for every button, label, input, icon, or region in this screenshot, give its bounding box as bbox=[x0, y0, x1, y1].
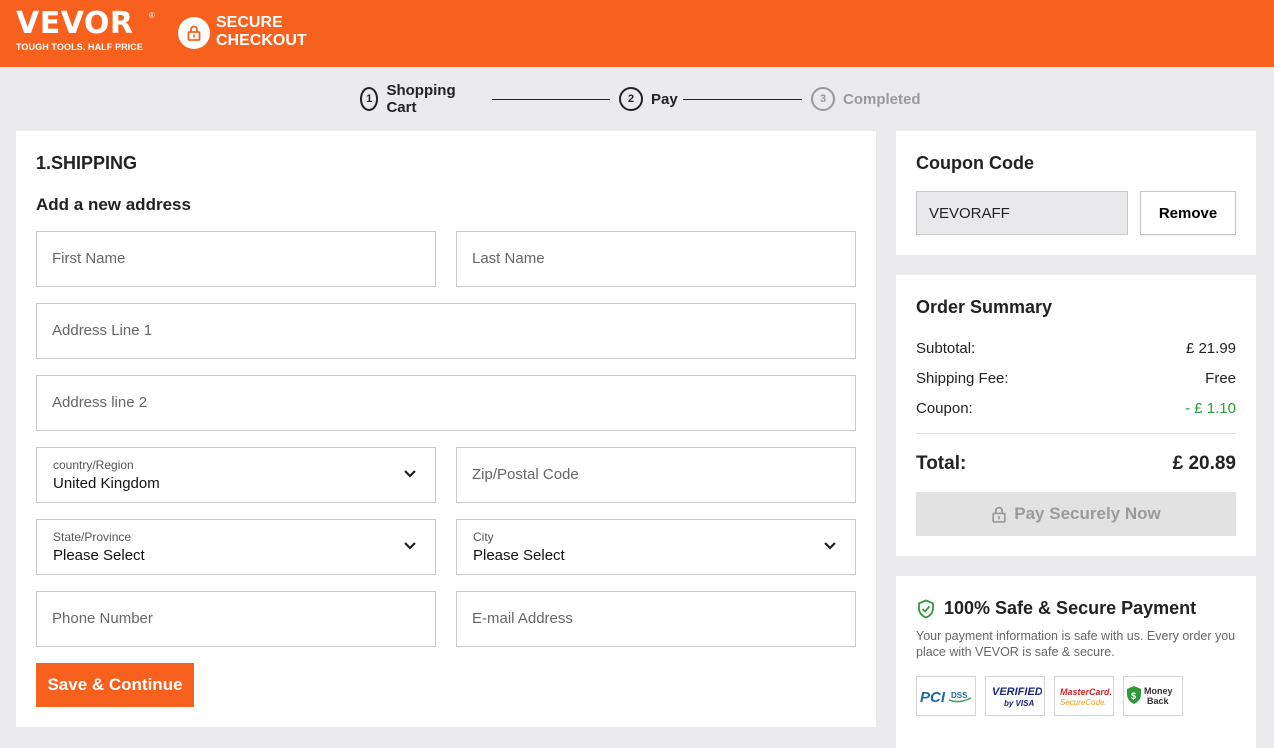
mastercard-securecode-badge: MasterCard. SecureCode. bbox=[1054, 676, 1114, 716]
payment-badges: PCI DSS VERIFIED by VISA MasterCard. Sec… bbox=[916, 676, 1183, 716]
shipping-fee-label: Shipping Fee: bbox=[916, 370, 1009, 387]
verified-by-visa-logo: VERIFIED by VISA bbox=[992, 686, 1042, 708]
verified-by-visa-badge: VERIFIED by VISA bbox=[985, 676, 1045, 716]
step-label: Shopping Cart bbox=[386, 82, 456, 116]
step-connector bbox=[683, 99, 802, 100]
vevor-logo[interactable]: VEVOR ® TOUGH TOOLS. HALF PRICE bbox=[16, 6, 155, 53]
address-line-2-field[interactable]: Address line 2 bbox=[36, 375, 856, 431]
phone-number-field[interactable]: Phone Number bbox=[36, 591, 436, 647]
step-label: Pay bbox=[651, 90, 678, 108]
svg-text:Back: Back bbox=[1147, 696, 1170, 706]
zip-code-field[interactable]: Zip/Postal Code bbox=[456, 447, 856, 503]
logo-text: VEVOR bbox=[16, 6, 134, 41]
shipping-section-title: 1.SHIPPING bbox=[36, 153, 138, 173]
last-name-placeholder: Last Name bbox=[472, 250, 545, 267]
address-line-2-placeholder: Address line 2 bbox=[52, 394, 148, 411]
email-placeholder: E-mail Address bbox=[472, 610, 573, 627]
mastercard-securecode-logo: MasterCard. SecureCode. bbox=[1060, 687, 1111, 707]
city-label: City bbox=[473, 530, 494, 544]
pci-dss-logo: PCI DSS bbox=[920, 689, 972, 706]
svg-text:Money: Money bbox=[1144, 686, 1173, 696]
coupon-code-input[interactable]: VEVORAFF bbox=[916, 191, 1128, 235]
total-row: Total: £ 20.89 bbox=[916, 453, 1236, 475]
pay-securely-button[interactable]: Pay Securely Now bbox=[916, 492, 1236, 536]
svg-text:$: $ bbox=[1131, 691, 1136, 701]
step-number: 3 bbox=[811, 87, 835, 111]
coupon-label: Coupon: bbox=[916, 400, 973, 417]
step-pay: 2 Pay bbox=[619, 87, 678, 111]
country-select[interactable]: country/Region United Kingdom bbox=[36, 447, 436, 503]
chevron-down-icon bbox=[404, 542, 416, 550]
svg-text:PCI: PCI bbox=[920, 689, 946, 706]
svg-text:VERIFIED: VERIFIED bbox=[992, 686, 1042, 698]
first-name-field[interactable]: First Name bbox=[36, 231, 436, 287]
lock-icon bbox=[992, 506, 1006, 523]
state-select[interactable]: State/Province Please Select bbox=[36, 519, 436, 575]
step-shopping-cart[interactable]: 1 Shopping Cart bbox=[360, 82, 461, 116]
shipping-fee-value: Free bbox=[1205, 370, 1236, 387]
country-label: country/Region bbox=[53, 458, 134, 472]
subtotal-row: Subtotal: £ 21.99 bbox=[916, 340, 1236, 357]
save-continue-button[interactable]: Save & Continue bbox=[36, 663, 194, 707]
safe-payment-card: 100% Safe & Secure Payment Your payment … bbox=[896, 576, 1256, 748]
city-select[interactable]: City Please Select bbox=[456, 519, 856, 575]
city-value: Please Select bbox=[473, 547, 565, 564]
coupon-card: Coupon Code VEVORAFF Remove bbox=[896, 131, 1256, 255]
svg-text:MasterCard.: MasterCard. bbox=[1060, 687, 1111, 697]
summary-divider bbox=[916, 433, 1236, 434]
shipping-fee-row: Shipping Fee: Free bbox=[916, 370, 1236, 387]
step-number: 1 bbox=[360, 87, 379, 111]
subtotal-label: Subtotal: bbox=[916, 340, 976, 357]
header-bar: VEVOR ® TOUGH TOOLS. HALF PRICE SECURE C… bbox=[0, 0, 1274, 67]
coupon-title: Coupon Code bbox=[916, 153, 1034, 173]
order-summary-card: Order Summary Subtotal: £ 21.99 Shipping… bbox=[896, 275, 1256, 556]
pay-button-label: Pay Securely Now bbox=[1014, 504, 1161, 523]
state-label: State/Province bbox=[53, 530, 132, 544]
svg-text:SecureCode.: SecureCode. bbox=[1060, 698, 1107, 707]
secure-line-2: CHECKOUT bbox=[216, 32, 307, 49]
pci-dss-badge: PCI DSS bbox=[916, 676, 976, 716]
phone-number-placeholder: Phone Number bbox=[52, 610, 153, 627]
total-value: £ 20.89 bbox=[1172, 453, 1236, 474]
logo-tagline: TOUGH TOOLS. HALF PRICE bbox=[16, 42, 143, 52]
total-label: Total: bbox=[916, 453, 967, 474]
step-connector bbox=[492, 99, 610, 100]
subtotal-value: £ 21.99 bbox=[1185, 340, 1236, 357]
coupon-discount-value: - £ 1.10 bbox=[1185, 400, 1236, 417]
chevron-down-icon bbox=[824, 542, 836, 550]
svg-text:DSS: DSS bbox=[951, 691, 968, 700]
remove-coupon-button[interactable]: Remove bbox=[1140, 191, 1236, 235]
add-address-subtitle: Add a new address bbox=[36, 195, 191, 214]
safe-payment-title: 100% Safe & Secure Payment bbox=[916, 598, 1196, 619]
svg-text:by VISA: by VISA bbox=[1004, 699, 1034, 708]
money-back-logo: $ Money Back bbox=[1127, 686, 1173, 706]
country-value: United Kingdom bbox=[53, 475, 160, 492]
shield-check-icon bbox=[918, 599, 934, 618]
secure-checkout-label: SECURE CHECKOUT bbox=[216, 14, 307, 50]
money-back-badge: $ Money Back bbox=[1123, 676, 1183, 716]
step-label: Completed bbox=[843, 90, 921, 108]
last-name-field[interactable]: Last Name bbox=[456, 231, 856, 287]
zip-code-placeholder: Zip/Postal Code bbox=[472, 466, 579, 483]
chevron-down-icon bbox=[404, 470, 416, 478]
state-value: Please Select bbox=[53, 547, 145, 564]
step-number: 2 bbox=[619, 87, 643, 111]
safe-payment-title-text: 100% Safe & Secure Payment bbox=[944, 598, 1197, 618]
safe-payment-description: Your payment information is safe with us… bbox=[916, 629, 1236, 659]
order-summary-title: Order Summary bbox=[916, 297, 1053, 317]
lock-icon bbox=[178, 17, 210, 49]
secure-line-1: SECURE bbox=[216, 14, 283, 31]
first-name-placeholder: First Name bbox=[52, 250, 126, 267]
step-completed: 3 Completed bbox=[811, 87, 921, 111]
address-line-1-field[interactable]: Address Line 1 bbox=[36, 303, 856, 359]
shipping-card: 1.SHIPPING Add a new address First Name … bbox=[16, 131, 876, 727]
coupon-row: Coupon: - £ 1.10 bbox=[916, 400, 1236, 417]
address-line-1-placeholder: Address Line 1 bbox=[52, 322, 153, 339]
logo-registered-mark: ® bbox=[149, 11, 155, 20]
email-field[interactable]: E-mail Address bbox=[456, 591, 856, 647]
